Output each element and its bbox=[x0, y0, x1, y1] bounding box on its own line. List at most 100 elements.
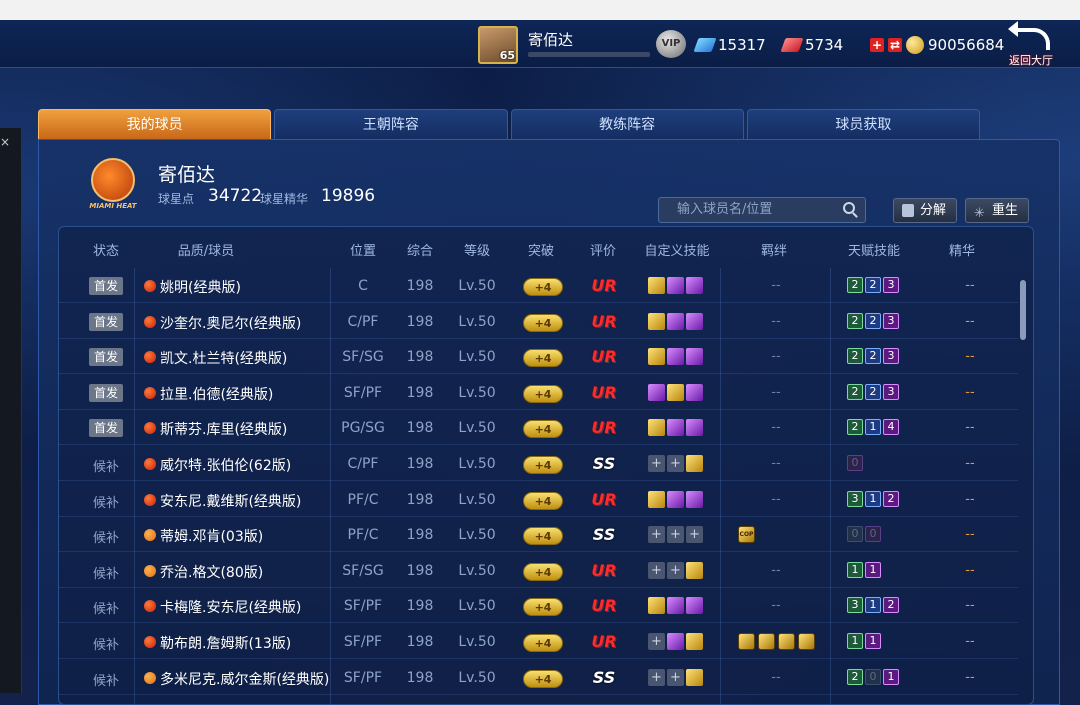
talent-badge[interactable]: 3 bbox=[883, 312, 899, 329]
talent-badge[interactable]: 1 bbox=[847, 633, 863, 649]
decompose-button[interactable]: 分解 bbox=[893, 198, 957, 223]
add-icon[interactable]: + bbox=[870, 38, 884, 52]
player-name-cell[interactable]: 乔治.格文(80版) bbox=[160, 562, 263, 582]
talent-badge[interactable]: 1 bbox=[865, 561, 881, 578]
ticket-counter[interactable]: 5734 bbox=[780, 36, 843, 54]
table-row[interactable]: 候补 乔治.格文(80版) SF/SG 198 Lv.50 +4 UR + + -- 1 1 -- bbox=[58, 554, 1018, 588]
diamond-counter[interactable]: 15317 bbox=[693, 36, 766, 54]
table-row[interactable]: 候补 威尔特.张伯伦(62版) C/PF 198 Lv.50 +4 SS + + -- 0 -- bbox=[58, 447, 1018, 481]
skill-icon[interactable] bbox=[686, 312, 703, 330]
table-row[interactable]: 首发 沙奎尔.奥尼尔(经典版) C/PF 198 Lv.50 +4 UR -- 2 2 3 -- bbox=[58, 305, 1018, 339]
add-skill-icon[interactable]: + bbox=[686, 526, 703, 544]
talent-badge[interactable]: 0 bbox=[865, 526, 881, 543]
player-name-cell[interactable]: 勒布朗.詹姆斯(13版) bbox=[160, 633, 291, 653]
skill-icon[interactable] bbox=[648, 597, 665, 615]
talent-badge[interactable]: 2 bbox=[847, 419, 863, 436]
skill-icon[interactable] bbox=[686, 597, 703, 615]
table-row[interactable]: 候补 勒布朗.詹姆斯(13版) SF/PF 198 Lv.50 +4 UR +1 1 -- bbox=[58, 625, 1018, 659]
skill-icon[interactable] bbox=[686, 668, 703, 686]
talent-badge[interactable]: 0 bbox=[847, 455, 863, 471]
table-row[interactable]: 候补 多米尼克.威尔金斯(经典版) SF/PF 198 Lv.50 +4 SS + + -- 2 0 1… bbox=[58, 661, 1018, 695]
avatar[interactable]: 65 bbox=[478, 26, 518, 64]
talent-badge[interactable]: 3 bbox=[883, 383, 899, 400]
table-row[interactable]: 首发 斯蒂芬.库里(经典版) PG/SG 198 Lv.50 +4 UR -- 2 1 4 -- bbox=[58, 411, 1018, 446]
player-name-cell[interactable]: 姚明(经典版) bbox=[160, 277, 241, 297]
bond-icon[interactable] bbox=[798, 633, 815, 650]
talent-badge[interactable]: 0 bbox=[847, 526, 863, 543]
skill-icon[interactable] bbox=[648, 348, 665, 366]
skill-icon[interactable] bbox=[667, 312, 684, 330]
talent-badge[interactable]: 3 bbox=[847, 490, 863, 507]
add-skill-icon[interactable]: + bbox=[648, 526, 665, 544]
talent-badge[interactable]: 2 bbox=[865, 277, 881, 293]
player-name-cell[interactable]: 蒂姆.邓肯(03版) bbox=[160, 526, 263, 546]
talent-badge[interactable]: 3 bbox=[883, 348, 899, 365]
talent-badge[interactable]: 2 bbox=[847, 277, 863, 293]
add-skill-icon[interactable]: + bbox=[667, 526, 684, 544]
player-name-cell[interactable]: 多米尼克.威尔金斯(经典版) bbox=[160, 669, 329, 689]
skill-icon[interactable] bbox=[648, 383, 665, 401]
talent-badge[interactable]: 2 bbox=[883, 490, 899, 507]
add-skill-icon[interactable]: + bbox=[648, 668, 665, 686]
talent-badge[interactable]: 2 bbox=[847, 312, 863, 329]
gold-counter[interactable]: + ⇄ 90056684 bbox=[870, 36, 1004, 54]
add-skill-icon[interactable]: + bbox=[648, 561, 665, 579]
skill-icon[interactable] bbox=[686, 633, 703, 650]
talent-badge[interactable]: 2 bbox=[865, 348, 881, 365]
skill-icon[interactable] bbox=[648, 312, 665, 330]
tab-player-acquire[interactable]: 球员获取 bbox=[746, 109, 980, 139]
skill-icon[interactable] bbox=[667, 597, 684, 615]
talent-badge[interactable]: 1 bbox=[865, 633, 881, 649]
talent-badge[interactable]: 1 bbox=[865, 490, 881, 507]
player-name-cell[interactable]: 拉里.伯德(经典版) bbox=[160, 384, 273, 404]
skill-icon[interactable] bbox=[686, 383, 703, 401]
skill-icon[interactable] bbox=[686, 419, 703, 437]
add-skill-icon[interactable]: + bbox=[667, 561, 684, 579]
skill-icon[interactable] bbox=[667, 348, 684, 366]
talent-badge[interactable]: 2 bbox=[865, 312, 881, 329]
tab-coach-lineup[interactable]: 教练阵容 bbox=[510, 109, 744, 139]
talent-badge[interactable]: 1 bbox=[847, 561, 863, 578]
bond-icon[interactable] bbox=[758, 633, 775, 650]
skill-icon[interactable] bbox=[667, 383, 684, 401]
table-row[interactable]: 候补 卡梅隆.安东尼(经典版) SF/PF 198 Lv.50 +4 UR -- 3 1 2 -- bbox=[58, 589, 1018, 624]
talent-badge[interactable]: 2 bbox=[847, 383, 863, 400]
add-skill-icon[interactable]: + bbox=[648, 633, 665, 650]
skill-icon[interactable] bbox=[686, 561, 703, 579]
exchange-icon[interactable]: ⇄ bbox=[888, 38, 902, 52]
talent-badge[interactable]: 2 bbox=[883, 597, 899, 614]
search-input[interactable]: 输入球员名/位置 bbox=[658, 197, 866, 223]
talent-badge[interactable]: 2 bbox=[847, 348, 863, 365]
scrollbar[interactable] bbox=[1020, 280, 1026, 340]
skill-icon[interactable] bbox=[667, 490, 684, 508]
talent-badge[interactable]: 0 bbox=[865, 668, 881, 685]
skill-icon[interactable] bbox=[667, 633, 684, 650]
talent-badge[interactable]: 1 bbox=[865, 419, 881, 436]
table-row[interactable]: 候补 蒂姆.邓肯(03版) PF/C 198 Lv.50 +4 SS + + + COP 0 0 -- bbox=[58, 518, 1018, 553]
bond-icon[interactable] bbox=[738, 633, 755, 650]
bond-icon[interactable] bbox=[778, 633, 795, 650]
player-name-cell[interactable]: 斯蒂芬.库里(经典版) bbox=[160, 419, 287, 439]
skill-icon[interactable] bbox=[686, 490, 703, 508]
talent-badge[interactable]: 1 bbox=[865, 597, 881, 614]
tab-my-players[interactable]: 我的球员 bbox=[38, 109, 272, 139]
talent-badge[interactable]: 3 bbox=[847, 597, 863, 614]
search-icon[interactable] bbox=[843, 202, 855, 214]
rebirth-button[interactable]: ✳ 重生 bbox=[965, 198, 1029, 223]
player-name-cell[interactable]: 卡梅隆.安东尼(经典版) bbox=[160, 597, 301, 617]
table-row[interactable]: 首发 拉里.伯德(经典版) SF/PF 198 Lv.50 +4 UR -- 2 2 3 -- bbox=[58, 376, 1018, 410]
talent-badge[interactable]: 4 bbox=[883, 419, 899, 436]
bond-icon[interactable]: COP bbox=[738, 526, 755, 544]
add-skill-icon[interactable]: + bbox=[667, 668, 684, 686]
table-row[interactable]: 首发 姚明(经典版) C 198 Lv.50 +4 UR -- 2 2 3 -- bbox=[58, 269, 1018, 303]
tab-dynasty-lineup[interactable]: 王朝阵容 bbox=[274, 109, 508, 139]
skill-icon[interactable] bbox=[667, 277, 684, 294]
table-row[interactable]: 首发 凯文.杜兰特(经典版) SF/SG 198 Lv.50 +4 UR -- 2 2 3 -- bbox=[58, 340, 1018, 375]
skill-icon[interactable] bbox=[648, 490, 665, 508]
skill-icon[interactable] bbox=[686, 277, 703, 294]
skill-icon[interactable] bbox=[686, 455, 703, 472]
talent-badge[interactable]: 3 bbox=[883, 277, 899, 293]
back-to-lobby-button[interactable]: 返回大厅 bbox=[1005, 21, 1057, 67]
talent-badge[interactable]: 2 bbox=[865, 383, 881, 400]
add-skill-icon[interactable]: + bbox=[667, 455, 684, 472]
